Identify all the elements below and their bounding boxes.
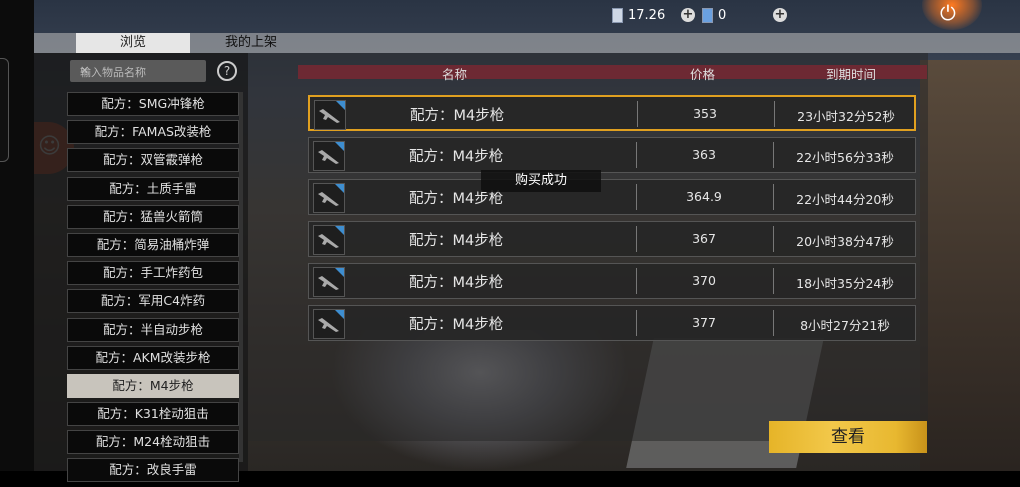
table-row[interactable]: 配方：M4步枪 367 20小时38分47秒	[308, 221, 916, 257]
row-expiry: 22小时44分20秒	[796, 192, 894, 207]
category-sidebar: 输入物品名称 ✕ ? 配方：SMG冲锋枪 配方：FAMAS改装枪 配方：双管霰弹…	[34, 53, 248, 483]
listing-area: 名称 价格 到期时间 配方：M4步枪 353 23小时32分52秒 配方：M4步枪 36…	[248, 53, 928, 441]
rifle-icon	[313, 309, 345, 339]
rifle-icon	[314, 100, 346, 130]
category-item[interactable]: 配方：双管霰弹枪	[67, 148, 239, 173]
search-input[interactable]: 输入物品名称 ✕	[70, 60, 206, 82]
trade-panel: 浏览 我的上架 输入物品名称 ✕ ? 配方：SMG冲锋枪 配方：FAMAS改装枪…	[34, 33, 1020, 483]
row-price: 353	[693, 106, 717, 121]
category-item[interactable]: 配方：军用C4炸药	[67, 289, 239, 314]
currency-2: 0	[702, 8, 726, 23]
power-icon: ⏻	[940, 1, 956, 25]
row-name: 配方：M4步枪	[409, 275, 504, 291]
row-divider	[773, 142, 774, 168]
table-row[interactable]: 配方：M4步枪 363 22小时56分33秒	[308, 137, 916, 173]
tab-bar: 浏览 我的上架	[34, 33, 1020, 53]
category-item[interactable]: 配方：SMG冲锋枪	[67, 92, 239, 116]
category-item[interactable]: 配方：猛兽火箭筒	[67, 204, 239, 229]
help-icon[interactable]: ?	[217, 61, 237, 81]
category-item[interactable]: 配方：土质手雷	[67, 176, 239, 201]
row-divider	[636, 142, 637, 168]
ticket-icon	[612, 8, 623, 23]
tab-my-listings[interactable]: 我的上架	[204, 33, 298, 53]
category-item[interactable]: 配方：FAMAS改装枪	[67, 120, 239, 145]
table-header: 名称 价格 到期时间	[298, 65, 927, 82]
row-expiry: 20小时38分47秒	[796, 234, 894, 249]
table-row[interactable]: 配方：M4步枪 353 23小时32分52秒	[308, 95, 916, 131]
row-divider	[774, 101, 775, 127]
table-row[interactable]: 配方：M4步枪 377 8小时27分21秒	[308, 305, 916, 341]
category-list: 配方：SMG冲锋枪 配方：FAMAS改装枪 配方：双管霰弹枪 配方：土质手雷 配…	[67, 92, 239, 487]
row-name: 配方：M4步枪	[410, 108, 505, 124]
row-divider	[637, 101, 638, 127]
row-expiry: 18小时35分24秒	[796, 276, 894, 291]
category-item[interactable]: 配方：M24栓动狙击	[67, 430, 239, 455]
currency-1: 17.26	[612, 8, 665, 23]
category-item[interactable]: 配方：AKM改装步枪	[67, 345, 239, 370]
row-divider	[773, 226, 774, 252]
top-bar: 17.26 + 0 + ⏻	[34, 0, 1020, 33]
header-price: 价格	[690, 67, 716, 82]
row-price: 367	[692, 231, 716, 246]
table-row[interactable]: 配方：M4步枪 370 18小时35分24秒	[308, 263, 916, 299]
category-item[interactable]: 配方：K31栓动狙击	[67, 402, 239, 427]
rifle-icon	[313, 225, 345, 255]
tab-browse[interactable]: 浏览	[76, 33, 190, 53]
row-divider	[636, 310, 637, 336]
row-price: 363	[692, 147, 716, 162]
row-price: 377	[692, 315, 716, 330]
add-currency-1-button[interactable]: +	[681, 8, 695, 22]
row-expiry: 22小时56分33秒	[796, 150, 894, 165]
row-price: 370	[692, 273, 716, 288]
row-divider	[636, 226, 637, 252]
view-button[interactable]: 查看	[769, 421, 927, 453]
category-item-selected[interactable]: 配方：M4步枪	[67, 373, 239, 398]
row-divider	[773, 184, 774, 210]
row-name: 配方：M4步枪	[409, 317, 504, 333]
sidebar-scrollbar[interactable]	[239, 92, 243, 462]
category-item[interactable]: 配方：手工炸药包	[67, 261, 239, 286]
add-currency-2-button[interactable]: +	[773, 8, 787, 22]
header-expiry: 到期时间	[826, 67, 877, 82]
row-price: 364.9	[686, 189, 722, 204]
category-item[interactable]: 配方：简易油桶炸弹	[67, 232, 239, 257]
clear-icon[interactable]: ✕	[80, 64, 89, 77]
side-handle[interactable]	[0, 58, 9, 162]
row-expiry: 23小时32分52秒	[797, 109, 895, 124]
power-button[interactable]: ⏻	[922, 0, 982, 30]
rifle-icon	[313, 141, 345, 171]
header-name: 名称	[442, 67, 468, 82]
row-divider	[636, 268, 637, 294]
row-name: 配方：M4步枪	[409, 233, 504, 249]
row-divider	[636, 184, 637, 210]
row-name: 配方：M4步枪	[409, 149, 504, 165]
category-item[interactable]: 配方：改良手雷	[67, 458, 239, 483]
rifle-icon	[313, 267, 345, 297]
row-divider	[773, 310, 774, 336]
purchase-success-toast: 购买成功	[481, 170, 601, 192]
card-icon	[702, 8, 713, 23]
category-item[interactable]: 配方：半自动步枪	[67, 317, 239, 342]
row-expiry: 8小时27分21秒	[800, 318, 890, 333]
rifle-icon	[313, 183, 345, 213]
table-row[interactable]: 配方：M4步枪 364.9 22小时44分20秒	[308, 179, 916, 215]
search-placeholder: 输入物品名称	[80, 66, 146, 79]
row-divider	[773, 268, 774, 294]
